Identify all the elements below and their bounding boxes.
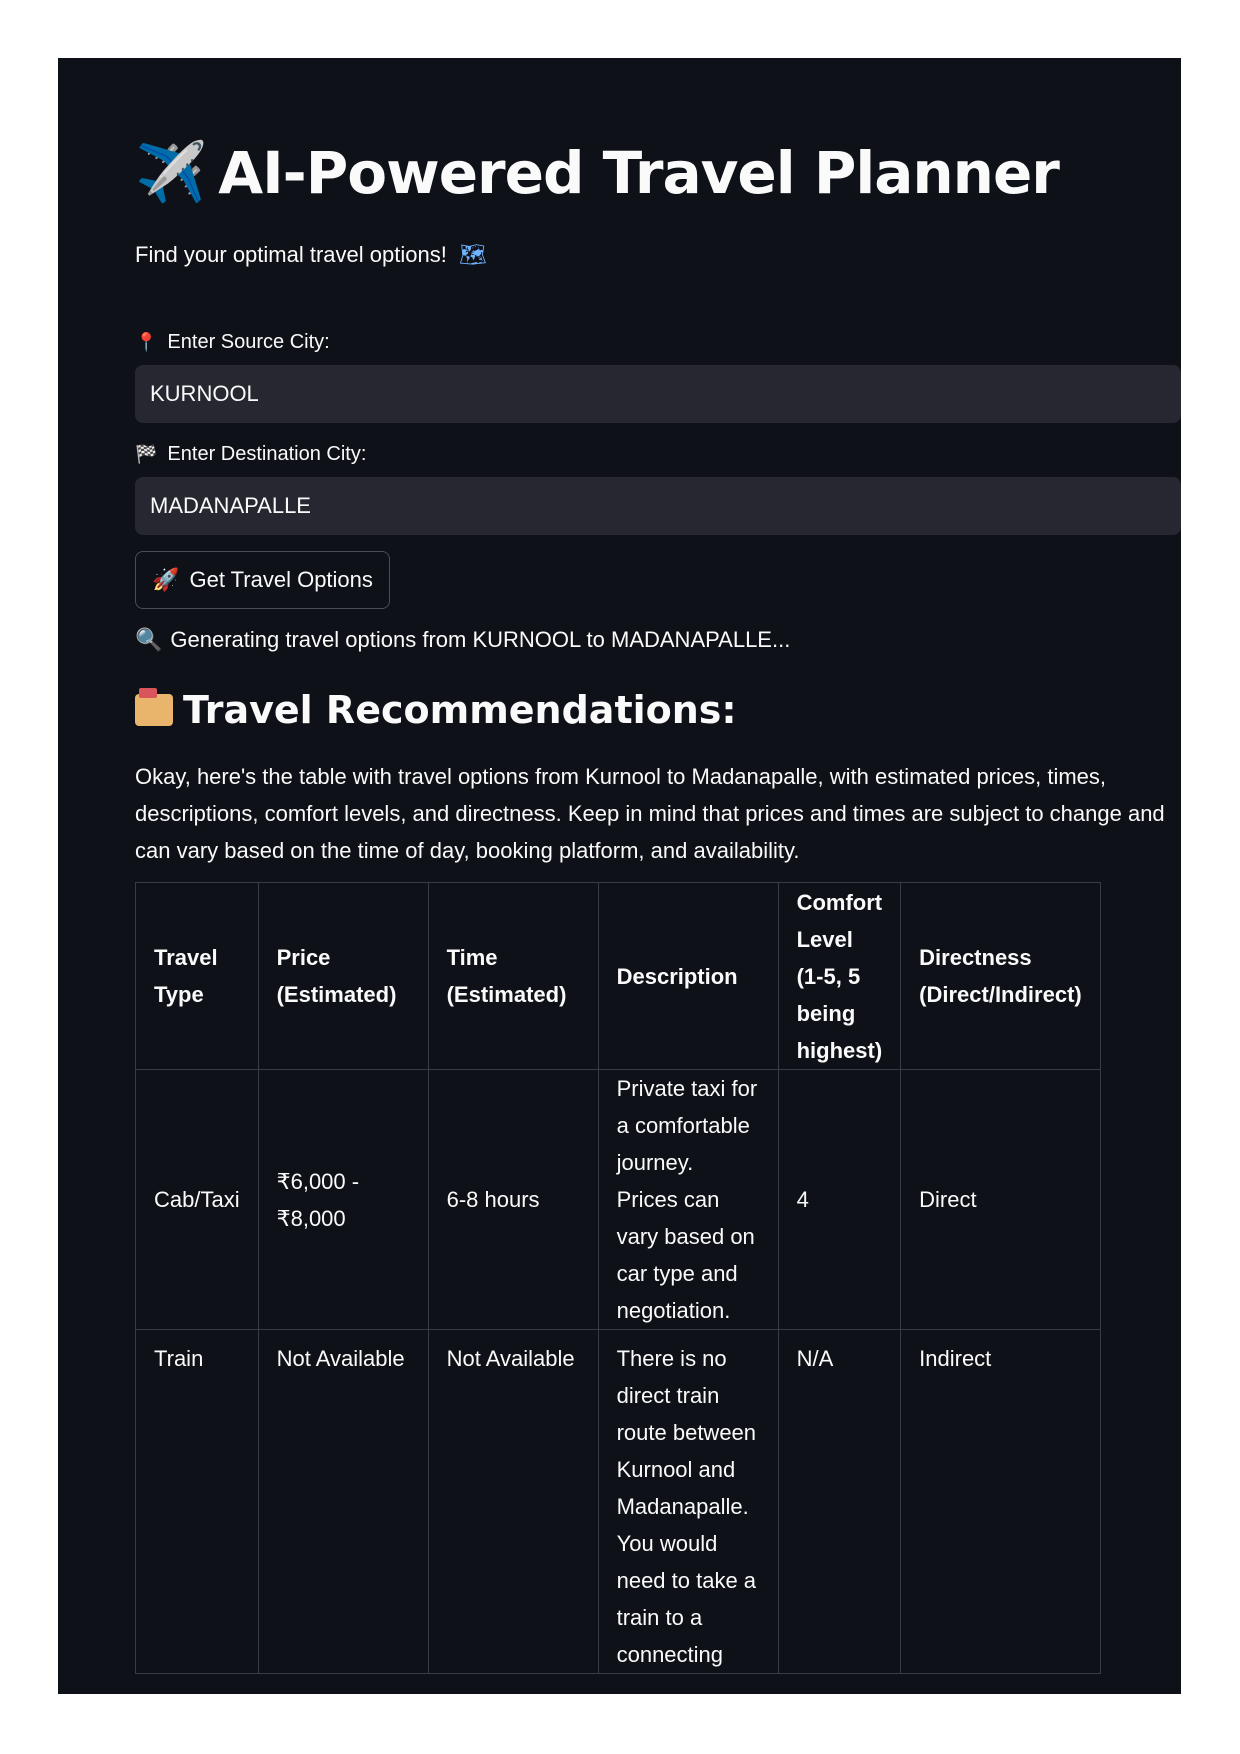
page-subtitle: Find your optimal travel options! 🗺 — [135, 242, 487, 268]
card-file-box-icon — [135, 688, 173, 726]
magnifier-icon: 🔍 — [135, 627, 163, 652]
table-header-row: Travel Type Price (Estimated) Time (Esti… — [135, 882, 1101, 1070]
table-cell: 6-8 hours — [427, 1069, 599, 1330]
status-text: Generating travel options from KURNOOL t… — [170, 627, 791, 652]
subtitle-text: Find your optimal travel options! — [135, 242, 447, 267]
column-header: Time (Estimated) — [427, 882, 599, 1070]
table-cell: 4 — [777, 1069, 902, 1330]
column-header: Directness (Direct/Indirect) — [900, 882, 1101, 1070]
recommendations-intro: Okay, here's the table with travel optio… — [135, 764, 1165, 863]
source-city-label-text: Enter Source City: — [167, 331, 330, 353]
destination-city-label-text: Enter Destination City: — [167, 443, 367, 465]
airplane-icon: ✈️ — [135, 138, 207, 206]
table-row: Train Not Available Not Available There … — [135, 1329, 1101, 1674]
table-row: Cab/Taxi ₹6,000 - ₹8,000 6-8 hours Priva… — [135, 1069, 1101, 1330]
table-cell: Private taxi for a comfortable journey. … — [597, 1069, 779, 1330]
destination-city-label: 🏁 Enter Destination City: — [135, 443, 366, 466]
destination-city-input[interactable] — [135, 477, 1181, 535]
page-title: ✈️ AI-Powered Travel Planner — [135, 138, 1060, 207]
table-cell: Not Available — [257, 1329, 429, 1674]
recommendations-heading: Travel Recommendations: — [135, 688, 737, 732]
get-travel-options-label: Get Travel Options — [189, 567, 373, 592]
app-container: ✈️ AI-Powered Travel Planner Find your o… — [58, 58, 1181, 1694]
table-cell: Cab/Taxi — [135, 1069, 259, 1330]
get-travel-options-button[interactable]: 🚀 Get Travel Options — [135, 551, 390, 609]
pin-icon: 📍 — [135, 332, 158, 352]
status-message: 🔍 Generating travel options from KURNOOL … — [135, 627, 790, 653]
table-cell: N/A — [777, 1329, 902, 1674]
source-city-input[interactable] — [135, 365, 1181, 423]
table-cell: Indirect — [900, 1329, 1101, 1674]
checkered-flag-icon: 🏁 — [135, 444, 158, 464]
page-title-text: AI-Powered Travel Planner — [218, 138, 1060, 207]
table-cell: There is no direct train route between K… — [597, 1329, 779, 1674]
table-cell: Train — [135, 1329, 259, 1674]
source-city-label: 📍 Enter Source City: — [135, 331, 330, 354]
table-cell: Direct — [900, 1069, 1101, 1330]
rocket-icon: 🚀 — [152, 567, 180, 592]
map-icon: 🗺 — [458, 242, 487, 267]
column-header: Travel Type — [135, 882, 259, 1070]
recommendations-heading-text: Travel Recommendations: — [183, 688, 737, 732]
column-header: Description — [597, 882, 779, 1070]
table-cell: Not Available — [427, 1329, 599, 1674]
column-header: Comfort Level (1-5, 5 being highest) — [777, 882, 902, 1070]
travel-options-table: Travel Type Price (Estimated) Time (Esti… — [135, 882, 1101, 1674]
table-cell: ₹6,000 - ₹8,000 — [257, 1069, 429, 1330]
column-header: Price (Estimated) — [257, 882, 429, 1070]
